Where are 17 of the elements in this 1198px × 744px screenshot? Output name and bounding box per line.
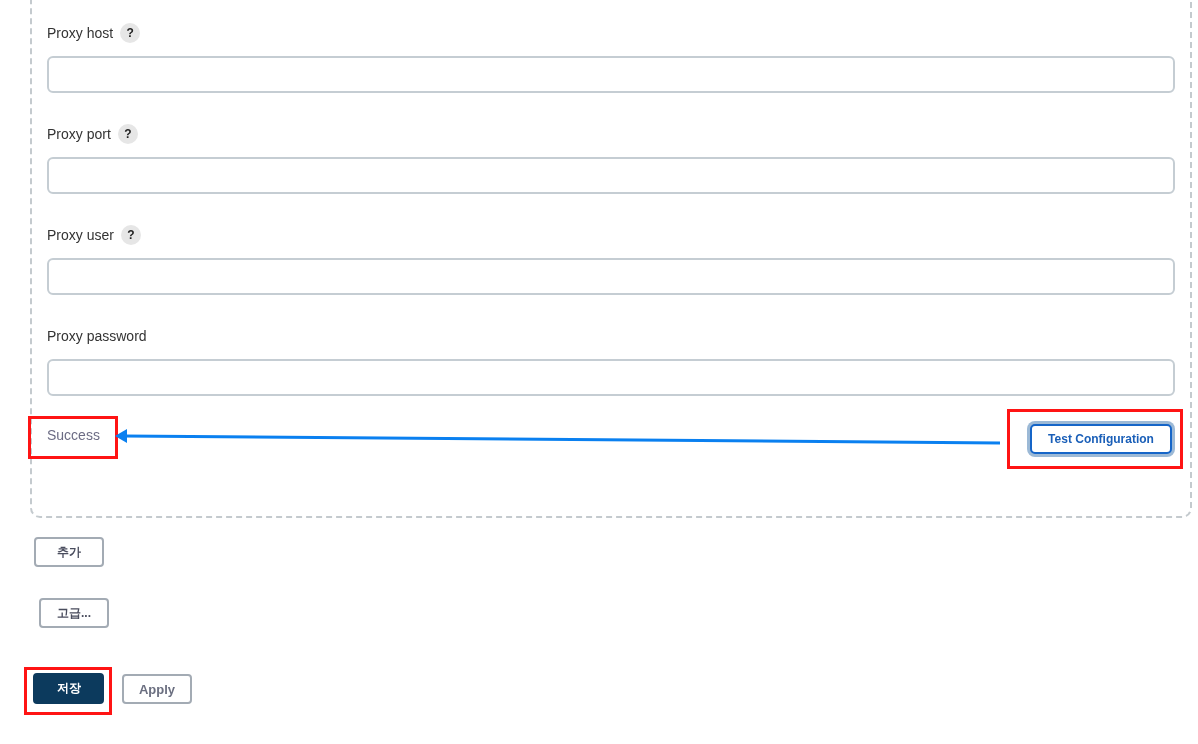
field-label: Proxy port [47,125,111,144]
field-label: Proxy user [47,226,114,245]
field-label: Proxy host [47,24,114,43]
apply-button[interactable]: Apply [122,674,192,704]
text-field[interactable] [47,56,1175,93]
help-button[interactable]: ? [120,225,141,245]
save-button[interactable]: 저장 [33,673,104,704]
status-text: Success [47,426,100,445]
field-label: Proxy password [47,327,147,346]
text-field[interactable] [47,157,1175,194]
add-button[interactable]: 추가 [34,537,104,567]
help-button[interactable]: ? [117,124,138,144]
text-field[interactable] [47,258,1175,295]
text-field[interactable] [47,359,1175,396]
help-button[interactable]: ? [120,23,141,43]
test-configuration-button[interactable]: Test Configuration [1030,424,1172,454]
advanced-button[interactable]: 고급... [39,598,109,628]
